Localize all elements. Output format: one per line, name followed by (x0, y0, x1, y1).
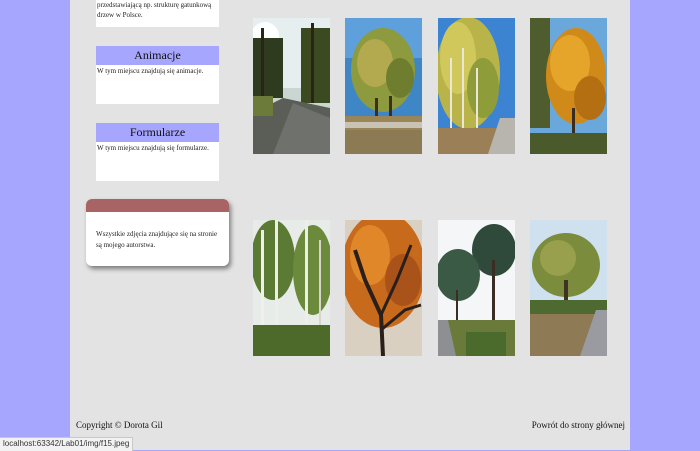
gallery-photo-1[interactable] (253, 18, 330, 154)
gallery-photo-8[interactable] (530, 220, 607, 356)
forms-heading: Formularze (96, 123, 219, 142)
gallery-photo-7[interactable] (438, 220, 515, 356)
note-header-bar (86, 199, 229, 212)
authorship-note: Wszystkie zdjęcia znajdujące się na stro… (86, 199, 229, 266)
forms-text: W tym miejscu znajdują się formularze. (97, 144, 209, 152)
gallery-photo-5[interactable] (253, 220, 330, 356)
intro-text: przedstawiającą np. strukturę gatunkową … (97, 1, 212, 19)
animations-box: Animacje W tym miejscu znajdują się anim… (96, 46, 219, 104)
animations-text: W tym miejscu znajdują się animacje. (97, 67, 204, 75)
gallery-photo-6[interactable] (345, 220, 422, 356)
note-text: Wszystkie zdjęcia znajdujące się na stro… (96, 230, 218, 249)
gallery-photo-4[interactable] (530, 18, 607, 154)
home-link[interactable]: Powrót do strony głównej (532, 420, 625, 430)
status-bar-url: localhost:63342/Lab01/img/f15.jpeg (0, 437, 134, 451)
forms-box: Formularze W tym miejscu znajdują się fo… (96, 123, 219, 181)
gallery-photo-2[interactable] (345, 18, 422, 154)
copyright-text: Copyright © Dorota Gil (76, 420, 163, 430)
intro-box: przedstawiającą np. strukturę gatunkową … (96, 0, 219, 27)
gallery-photo-3[interactable] (438, 18, 515, 154)
page-content: przedstawiającą np. strukturę gatunkową … (70, 0, 630, 450)
animations-heading: Animacje (96, 46, 219, 65)
